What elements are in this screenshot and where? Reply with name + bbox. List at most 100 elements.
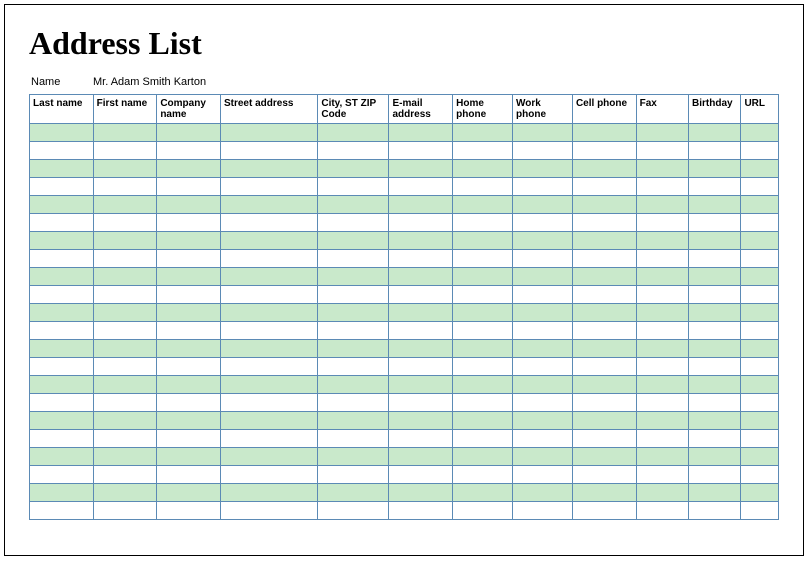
table-cell[interactable]	[157, 268, 221, 286]
table-cell[interactable]	[220, 340, 317, 358]
table-cell[interactable]	[636, 466, 688, 484]
table-cell[interactable]	[636, 286, 688, 304]
table-cell[interactable]	[93, 322, 157, 340]
table-cell[interactable]	[636, 340, 688, 358]
table-cell[interactable]	[157, 412, 221, 430]
table-cell[interactable]	[93, 466, 157, 484]
table-cell[interactable]	[389, 322, 453, 340]
table-cell[interactable]	[572, 376, 636, 394]
table-cell[interactable]	[572, 268, 636, 286]
table-cell[interactable]	[689, 196, 741, 214]
table-cell[interactable]	[318, 304, 389, 322]
table-cell[interactable]	[93, 430, 157, 448]
table-cell[interactable]	[741, 502, 779, 520]
table-cell[interactable]	[93, 394, 157, 412]
table-cell[interactable]	[689, 124, 741, 142]
table-cell[interactable]	[157, 178, 221, 196]
table-cell[interactable]	[572, 448, 636, 466]
table-cell[interactable]	[572, 142, 636, 160]
table-cell[interactable]	[689, 394, 741, 412]
table-cell[interactable]	[157, 304, 221, 322]
table-cell[interactable]	[513, 340, 573, 358]
table-cell[interactable]	[572, 412, 636, 430]
table-cell[interactable]	[689, 376, 741, 394]
table-cell[interactable]	[220, 358, 317, 376]
table-cell[interactable]	[572, 394, 636, 412]
table-cell[interactable]	[453, 340, 513, 358]
table-cell[interactable]	[453, 502, 513, 520]
table-cell[interactable]	[513, 160, 573, 178]
table-cell[interactable]	[453, 124, 513, 142]
table-cell[interactable]	[741, 466, 779, 484]
table-cell[interactable]	[636, 376, 688, 394]
table-cell[interactable]	[30, 340, 94, 358]
table-cell[interactable]	[453, 142, 513, 160]
table-cell[interactable]	[220, 142, 317, 160]
table-cell[interactable]	[30, 268, 94, 286]
table-cell[interactable]	[689, 250, 741, 268]
table-cell[interactable]	[453, 214, 513, 232]
table-cell[interactable]	[318, 376, 389, 394]
table-cell[interactable]	[93, 484, 157, 502]
table-cell[interactable]	[157, 430, 221, 448]
table-cell[interactable]	[453, 196, 513, 214]
table-cell[interactable]	[220, 394, 317, 412]
table-cell[interactable]	[689, 142, 741, 160]
table-cell[interactable]	[157, 466, 221, 484]
table-cell[interactable]	[513, 502, 573, 520]
table-cell[interactable]	[741, 268, 779, 286]
table-cell[interactable]	[157, 232, 221, 250]
table-cell[interactable]	[689, 340, 741, 358]
table-cell[interactable]	[318, 484, 389, 502]
table-cell[interactable]	[220, 124, 317, 142]
table-cell[interactable]	[93, 124, 157, 142]
table-cell[interactable]	[513, 304, 573, 322]
table-cell[interactable]	[220, 196, 317, 214]
table-cell[interactable]	[741, 448, 779, 466]
table-cell[interactable]	[389, 304, 453, 322]
table-cell[interactable]	[220, 268, 317, 286]
table-cell[interactable]	[318, 466, 389, 484]
table-cell[interactable]	[318, 430, 389, 448]
table-cell[interactable]	[513, 412, 573, 430]
table-cell[interactable]	[636, 124, 688, 142]
table-cell[interactable]	[636, 448, 688, 466]
table-cell[interactable]	[30, 448, 94, 466]
table-cell[interactable]	[220, 160, 317, 178]
table-cell[interactable]	[93, 286, 157, 304]
table-cell[interactable]	[453, 232, 513, 250]
table-cell[interactable]	[741, 394, 779, 412]
table-cell[interactable]	[220, 178, 317, 196]
table-cell[interactable]	[572, 502, 636, 520]
table-cell[interactable]	[157, 376, 221, 394]
table-cell[interactable]	[453, 304, 513, 322]
table-cell[interactable]	[689, 430, 741, 448]
table-cell[interactable]	[30, 286, 94, 304]
table-cell[interactable]	[318, 196, 389, 214]
table-cell[interactable]	[636, 484, 688, 502]
table-cell[interactable]	[389, 502, 453, 520]
table-cell[interactable]	[389, 430, 453, 448]
table-cell[interactable]	[157, 502, 221, 520]
table-cell[interactable]	[318, 142, 389, 160]
table-cell[interactable]	[93, 412, 157, 430]
table-cell[interactable]	[389, 142, 453, 160]
table-cell[interactable]	[318, 412, 389, 430]
table-cell[interactable]	[157, 160, 221, 178]
table-cell[interactable]	[318, 322, 389, 340]
table-cell[interactable]	[741, 142, 779, 160]
table-cell[interactable]	[389, 340, 453, 358]
table-cell[interactable]	[741, 358, 779, 376]
table-cell[interactable]	[513, 376, 573, 394]
table-cell[interactable]	[513, 322, 573, 340]
table-cell[interactable]	[389, 466, 453, 484]
table-cell[interactable]	[389, 232, 453, 250]
table-cell[interactable]	[513, 448, 573, 466]
table-cell[interactable]	[572, 250, 636, 268]
table-cell[interactable]	[636, 250, 688, 268]
table-cell[interactable]	[93, 376, 157, 394]
table-cell[interactable]	[741, 304, 779, 322]
table-cell[interactable]	[220, 286, 317, 304]
table-cell[interactable]	[572, 466, 636, 484]
table-cell[interactable]	[636, 412, 688, 430]
